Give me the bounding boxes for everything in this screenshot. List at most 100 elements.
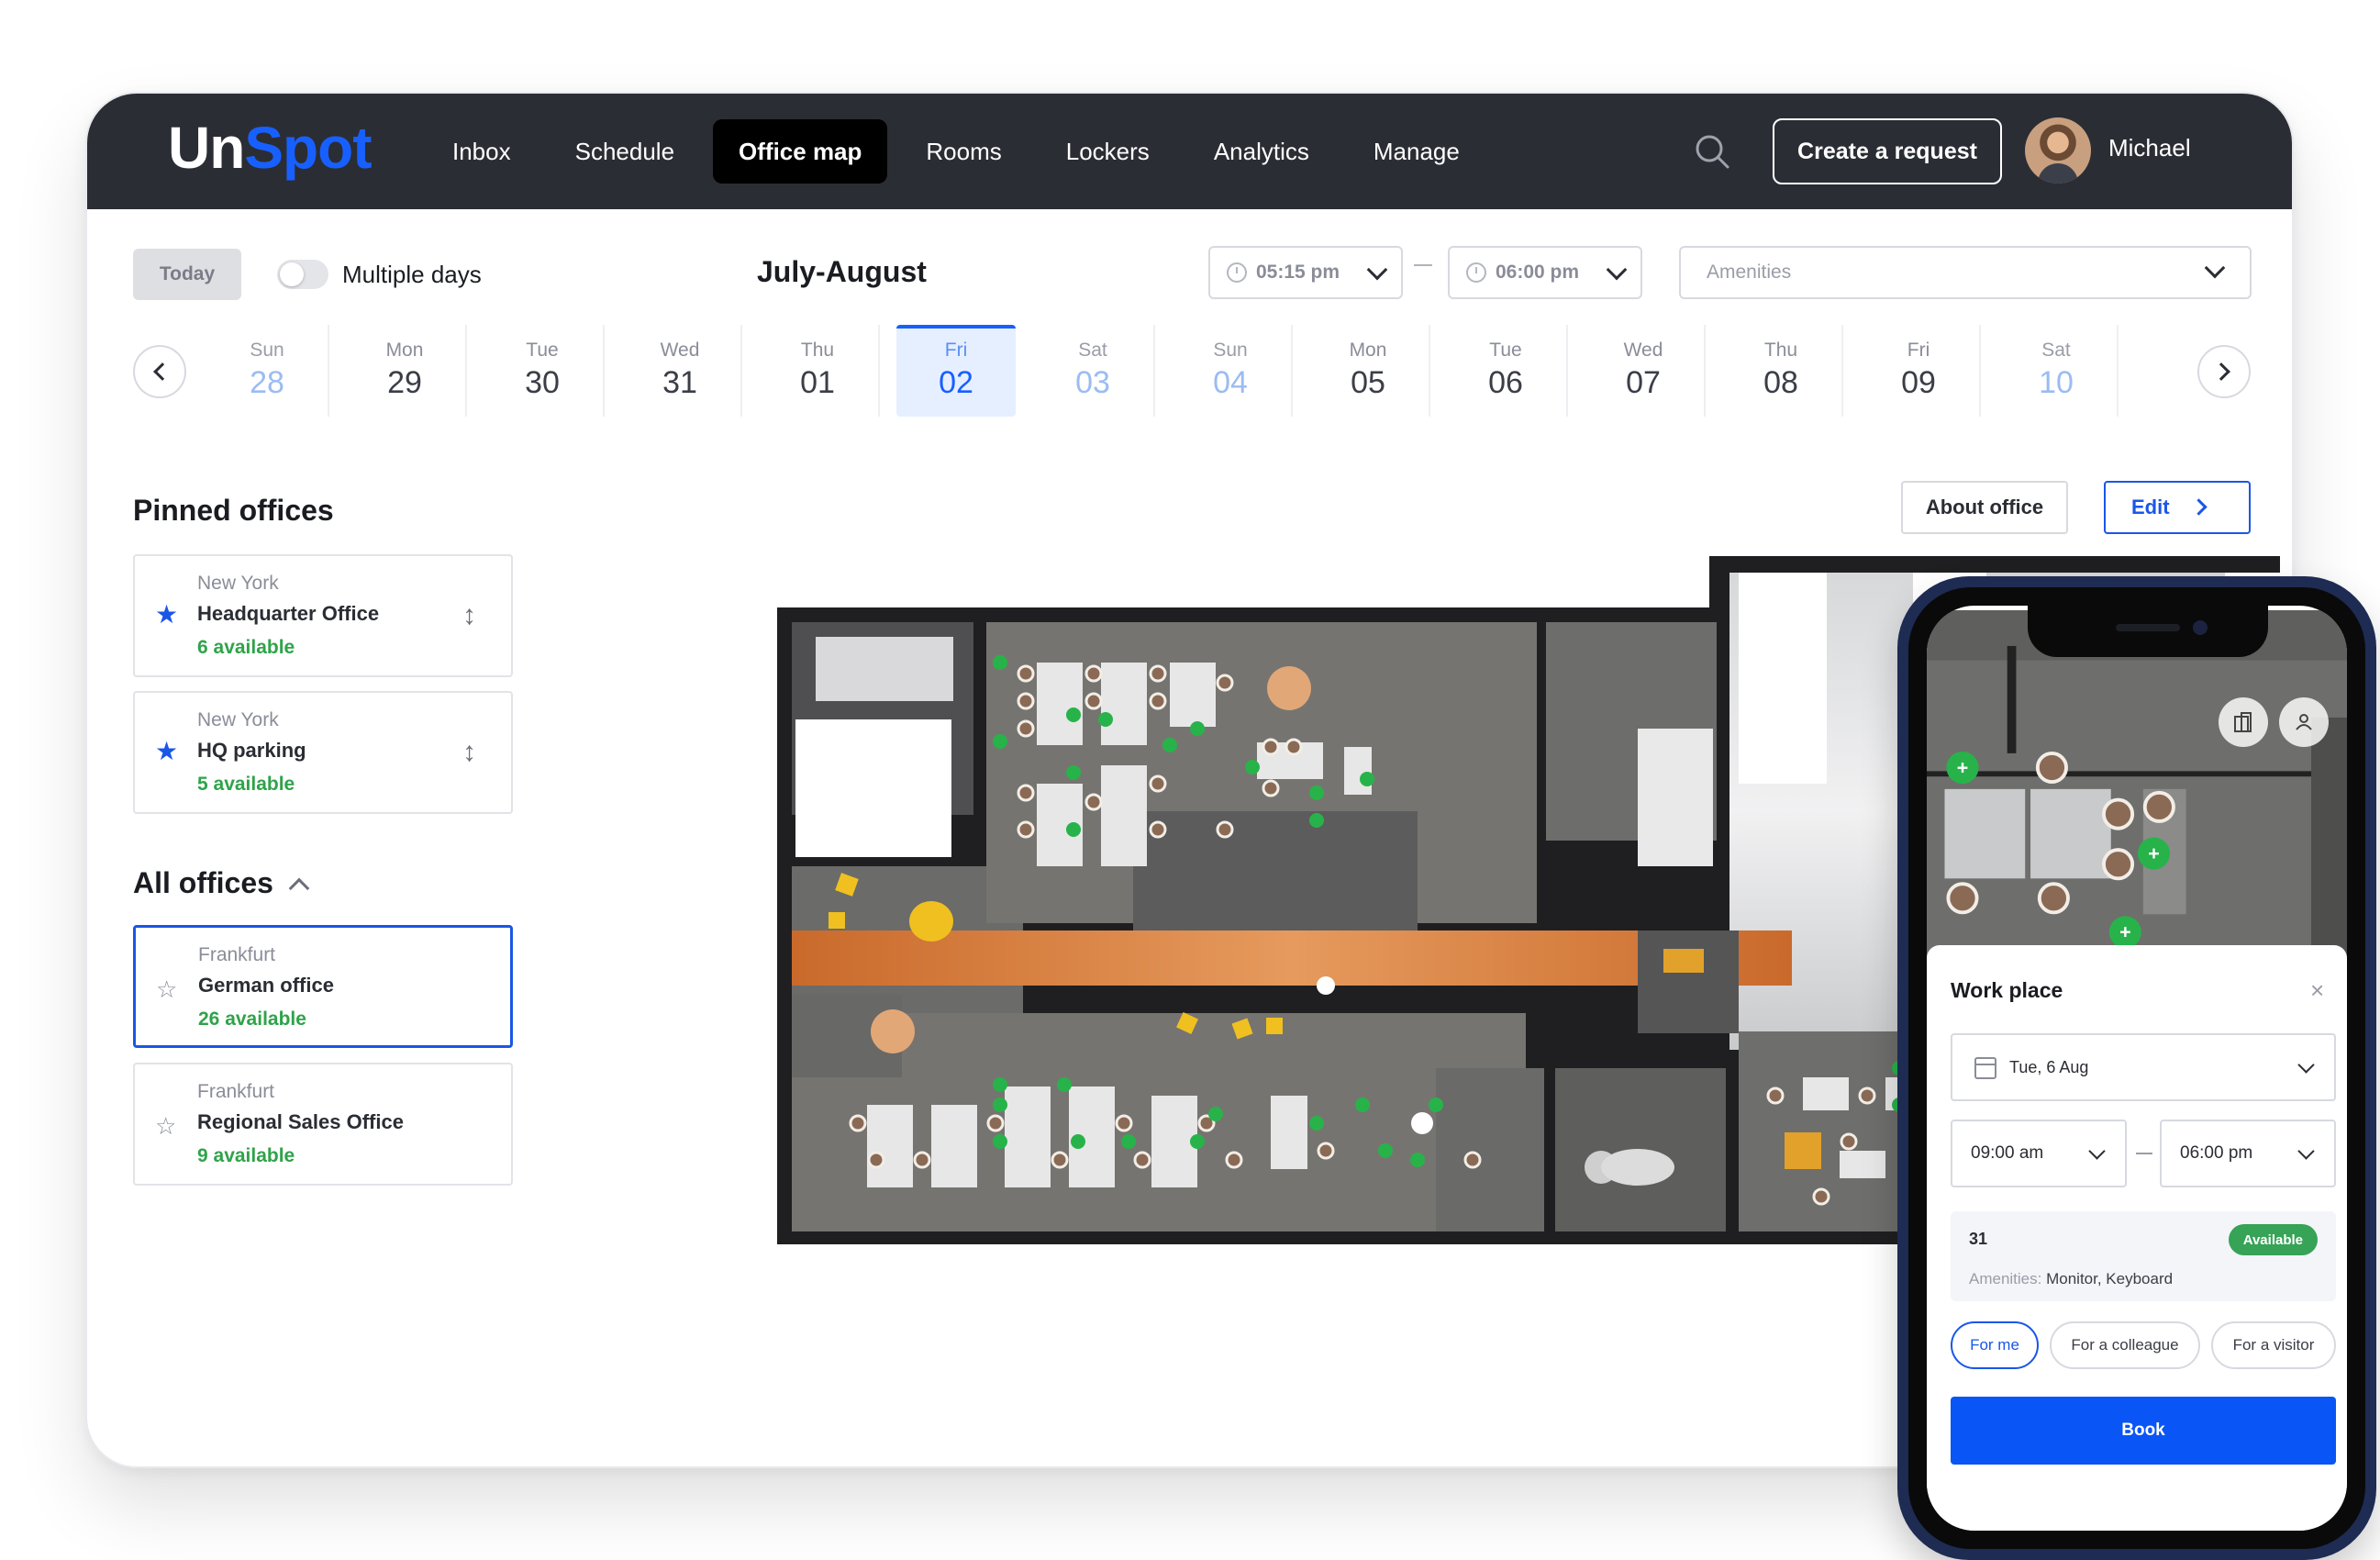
nav-item-rooms[interactable]: Rooms: [900, 119, 1027, 184]
office-city: New York: [197, 709, 279, 730]
today-button[interactable]: Today: [133, 249, 241, 300]
date-cell[interactable]: Fri 09: [1858, 325, 1981, 417]
for-colleague-chip[interactable]: For a colleague: [2050, 1321, 2200, 1369]
mobile-desk: [2030, 788, 2111, 879]
mobile-desk: [1944, 788, 2026, 879]
start-time-select[interactable]: 09:00 am: [1951, 1120, 2127, 1187]
shaft-area: [795, 719, 951, 857]
date-number: 01: [800, 365, 835, 400]
reorder-handle-icon[interactable]: ↕: [462, 739, 476, 766]
clock-icon: [1466, 262, 1486, 283]
end-time-select[interactable]: 06:00 pm: [2160, 1120, 2336, 1187]
nav-item-schedule[interactable]: Schedule: [550, 119, 700, 184]
nav-item-analytics[interactable]: Analytics: [1188, 119, 1335, 184]
for-me-chip[interactable]: For me: [1951, 1321, 2039, 1369]
multiple-days-toggle[interactable]: [277, 260, 328, 289]
chevron-down-icon: [2297, 1056, 2315, 1074]
prev-dates-button[interactable]: [133, 345, 186, 398]
date-weekday: Fri: [944, 340, 968, 361]
date-cell[interactable]: Thu 01: [757, 325, 880, 417]
office-city: Frankfurt: [198, 944, 276, 965]
date-cell[interactable]: Fri 02: [896, 325, 1016, 417]
end-time-value: 06:00 pm: [2180, 1143, 2253, 1163]
date-weekday: Mon: [385, 340, 424, 361]
avatar[interactable]: [2025, 117, 2091, 184]
date-weekday: Tue: [1489, 340, 1522, 361]
star-filled-icon[interactable]: ★: [155, 602, 178, 628]
time-to-select[interactable]: 06:00 pm: [1448, 246, 1642, 299]
multiple-days-label: Multiple days: [342, 261, 482, 288]
svg-text:+: +: [1957, 756, 1969, 778]
date-cell[interactable]: Sun 28: [206, 325, 329, 417]
date-number: 31: [662, 365, 697, 400]
amenities-placeholder: Amenities: [1707, 262, 1792, 283]
seat-number: 31: [1969, 1230, 1988, 1248]
about-office-button[interactable]: About office: [1901, 481, 2068, 534]
phone-booth: [1436, 1068, 1544, 1231]
main-nav: Inbox Schedule Office map Rooms Lockers …: [427, 119, 1498, 184]
date-cell[interactable]: Wed 07: [1583, 325, 1706, 417]
create-request-button[interactable]: Create a request: [1773, 118, 2002, 184]
date-number: 03: [1075, 365, 1110, 400]
date-number: 07: [1626, 365, 1661, 400]
amenities-value: Monitor, Keyboard: [2046, 1270, 2174, 1287]
date-cell[interactable]: Sat 03: [1032, 325, 1155, 417]
date-number: 10: [2039, 365, 2074, 400]
reorder-handle-icon[interactable]: ↕: [462, 602, 476, 630]
nav-item-lockers[interactable]: Lockers: [1040, 119, 1175, 184]
date-cell[interactable]: Thu 08: [1720, 325, 1843, 417]
amenities-select[interactable]: Amenities: [1679, 246, 2252, 299]
date-select[interactable]: Tue, 6 Aug: [1951, 1033, 2336, 1101]
office-card-regional-sales[interactable]: ☆ Frankfurt Regional Sales Office 9 avai…: [133, 1063, 513, 1186]
office-card-german-office[interactable]: ☆ Frankfurt German office 26 available: [133, 925, 513, 1048]
edit-button[interactable]: Edit: [2104, 481, 2251, 534]
chevron-down-icon: [1366, 259, 1388, 281]
people-icon[interactable]: [2279, 697, 2329, 747]
search-icon[interactable]: [1691, 130, 1733, 173]
month-title: July-August: [757, 255, 927, 288]
date-cell[interactable]: Wed 31: [619, 325, 742, 417]
nav-item-manage[interactable]: Manage: [1348, 119, 1485, 184]
date-cell[interactable]: Mon 29: [344, 325, 467, 417]
round-table: [871, 1009, 915, 1053]
office-card-hq-parking[interactable]: ★ New York HQ parking 5 available ↕: [133, 691, 513, 814]
phone-notch: [2028, 606, 2268, 657]
building-icon[interactable]: [2219, 697, 2268, 747]
stairwell: [1638, 729, 1713, 866]
date-weekday: Thu: [1763, 340, 1798, 361]
star-outline-icon[interactable]: ☆: [155, 1114, 176, 1138]
star-outline-icon[interactable]: ☆: [156, 977, 177, 1001]
date-cell[interactable]: Sat 10: [1996, 325, 2119, 417]
meeting-room: [1133, 811, 1418, 930]
date-cell[interactable]: Tue 30: [482, 325, 605, 417]
office-city: Frankfurt: [197, 1081, 275, 1102]
star-filled-icon[interactable]: ★: [155, 739, 178, 764]
for-visitor-chip[interactable]: For a visitor: [2211, 1321, 2336, 1369]
mobile-bezel: + + + Work place × Tue, 6 Aug 09:00 am 0…: [1908, 587, 2365, 1549]
chevron-up-icon[interactable]: [288, 877, 310, 899]
date-cell[interactable]: Mon 05: [1307, 325, 1430, 417]
all-offices-title[interactable]: All offices: [133, 866, 273, 900]
nav-item-inbox[interactable]: Inbox: [427, 119, 537, 184]
book-button[interactable]: Book: [1951, 1397, 2336, 1465]
office-card-headquarter[interactable]: ★ New York Headquarter Office 6 availabl…: [133, 554, 513, 677]
mobile-floor-plan[interactable]: + + +: [1927, 606, 2347, 964]
date-cell[interactable]: Sun 04: [1170, 325, 1293, 417]
next-dates-button[interactable]: [2197, 345, 2251, 398]
chevron-down-icon: [2088, 1142, 2106, 1160]
mobile-screen: + + + Work place × Tue, 6 Aug 09:00 am 0…: [1927, 606, 2347, 1531]
date-weekday: Sun: [250, 340, 284, 361]
window-block: [1739, 573, 1827, 784]
close-icon[interactable]: ×: [2310, 978, 2324, 1002]
nav-item-office-map[interactable]: Office map: [713, 119, 888, 184]
user-name[interactable]: Michael: [2108, 134, 2191, 162]
date-cell[interactable]: Tue 06: [1445, 325, 1568, 417]
date-number: 08: [1763, 365, 1798, 400]
time-from-select[interactable]: 05:15 pm: [1208, 246, 1403, 299]
unspot-logo[interactable]: UnSpot: [168, 114, 373, 182]
svg-text:+: +: [2119, 921, 2131, 943]
oval-table: [1601, 1149, 1674, 1186]
round-table: [1411, 1112, 1433, 1134]
seat-info-card: 31 Available Amenities: Monitor, Keyboar…: [1951, 1211, 2336, 1301]
round-table: [1317, 976, 1335, 995]
